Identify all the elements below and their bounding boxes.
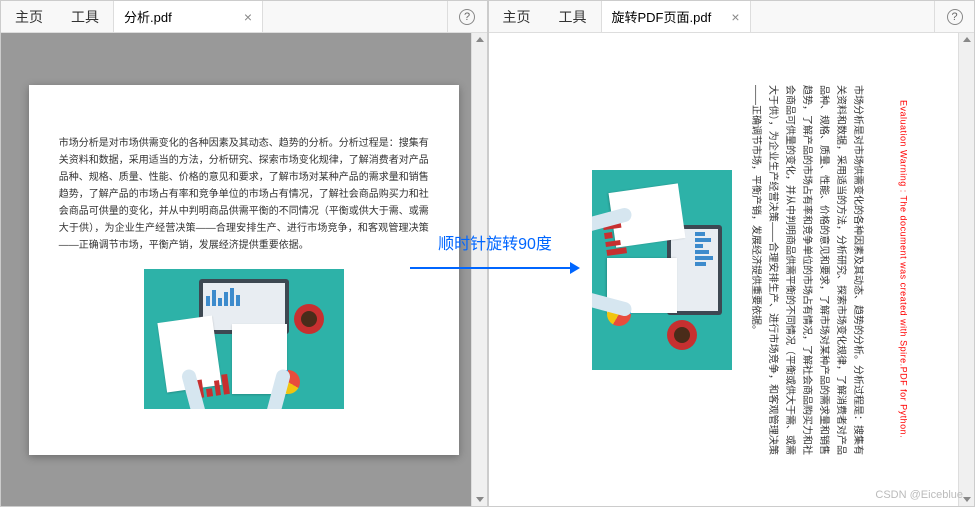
- help-button[interactable]: ?: [934, 1, 974, 32]
- document-body-text-rotated: 市场分析是对市场供需变化的各种因素及其动态、趋势的分析。分析过程是：搜集有关资料…: [747, 85, 866, 455]
- left-pane: 主页 工具 分析.pdf × ? 市场分析是对市场供需变化的各种因素及其动态、趋…: [0, 0, 488, 507]
- toolbar-spacer: [263, 1, 447, 32]
- help-icon: ?: [947, 9, 963, 25]
- document-tab[interactable]: 旋转PDF页面.pdf ×: [601, 1, 751, 32]
- menu-tools[interactable]: 工具: [545, 1, 601, 32]
- analytics-illustration: [144, 269, 344, 409]
- left-viewport[interactable]: 市场分析是对市场供需变化的各种因素及其动态、趋势的分析。分析过程是：搜集有关资料…: [1, 33, 487, 506]
- menu-tools[interactable]: 工具: [57, 1, 113, 32]
- left-toolbar: 主页 工具 分析.pdf × ?: [1, 1, 487, 33]
- vertical-scrollbar[interactable]: [958, 33, 974, 506]
- pdf-page: 市场分析是对市场供需变化的各种因素及其动态、趋势的分析。分析过程是：搜集有关资料…: [29, 85, 459, 455]
- credit-text: CSDN @Eiceblue: [875, 489, 963, 501]
- menu-home[interactable]: 主页: [489, 1, 545, 32]
- tab-title: 分析.pdf: [124, 7, 172, 26]
- help-icon: ?: [459, 9, 475, 25]
- right-toolbar: 主页 工具 旋转PDF页面.pdf × ?: [489, 1, 975, 33]
- help-button[interactable]: ?: [447, 1, 487, 32]
- close-icon[interactable]: ×: [244, 9, 252, 25]
- pdf-page-rotated: Evaluation Warning : The document was cr…: [546, 55, 916, 485]
- document-tab[interactable]: 分析.pdf ×: [113, 1, 263, 32]
- app-container: 主页 工具 分析.pdf × ? 市场分析是对市场供需变化的各种因素及其动态、趋…: [0, 0, 975, 507]
- right-pane: 主页 工具 旋转PDF页面.pdf × ? Evaluation Warning…: [488, 0, 975, 507]
- right-viewport[interactable]: Evaluation Warning : The document was cr…: [489, 33, 975, 506]
- toolbar-spacer: [751, 1, 935, 32]
- document-body-text: 市场分析是对市场供需变化的各种因素及其动态、趋势的分析。分析过程是：搜集有关资料…: [59, 135, 429, 254]
- menu-home[interactable]: 主页: [1, 1, 57, 32]
- tab-title: 旋转PDF页面.pdf: [612, 7, 712, 26]
- analytics-illustration-rotated: [592, 170, 732, 370]
- close-icon[interactable]: ×: [731, 9, 739, 25]
- vertical-scrollbar[interactable]: [471, 33, 487, 506]
